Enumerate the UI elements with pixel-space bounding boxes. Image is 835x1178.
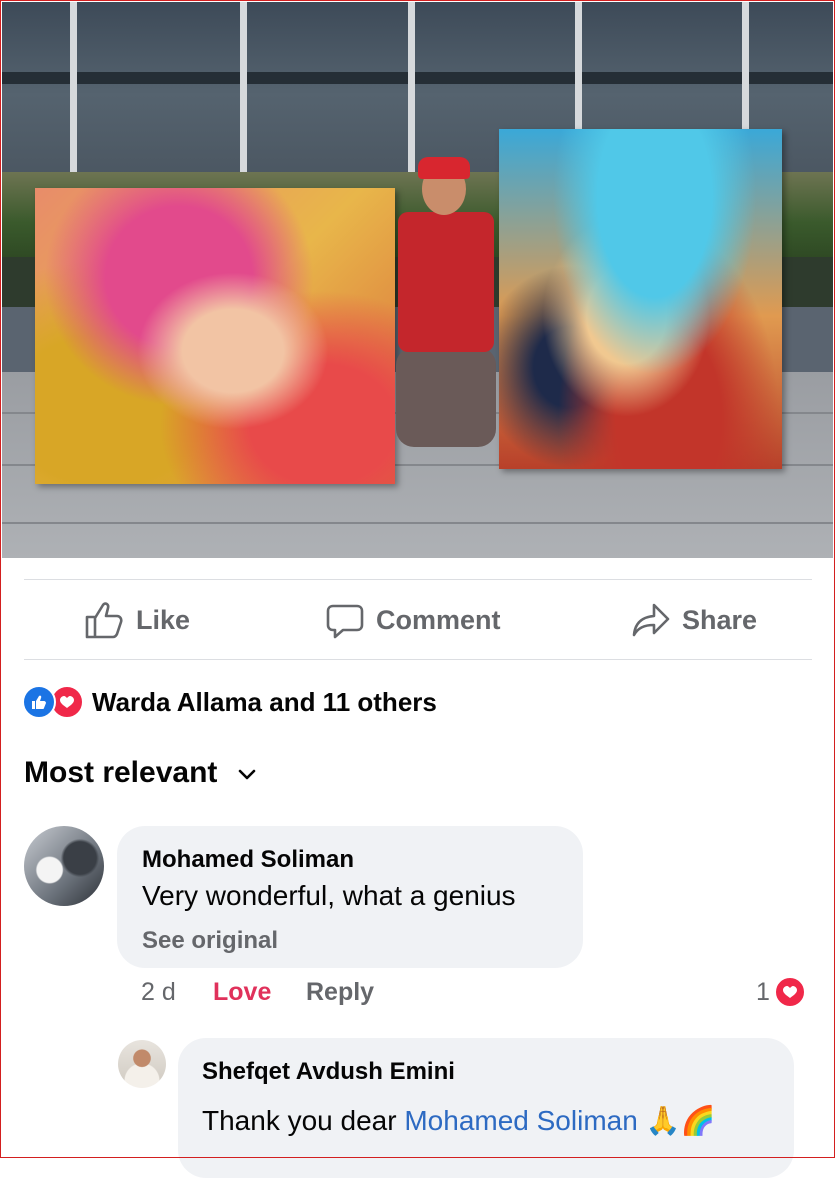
artist-bandana bbox=[418, 157, 470, 179]
artist-legs bbox=[396, 347, 496, 447]
mention-link[interactable]: Mohamed Soliman bbox=[404, 1105, 637, 1136]
like-button[interactable]: Like bbox=[84, 581, 190, 659]
reply-author[interactable]: Shefqet Avdush Emini bbox=[202, 1058, 455, 1086]
comment-button[interactable]: Comment bbox=[326, 581, 501, 659]
post-action-bar: Like Comment Share bbox=[0, 581, 835, 659]
divider-top bbox=[24, 579, 812, 580]
like-label: Like bbox=[136, 604, 191, 635]
avatar[interactable] bbox=[24, 826, 104, 906]
see-original-link[interactable]: See original bbox=[142, 927, 278, 955]
comment-text: Very wonderful, what a genius bbox=[142, 880, 516, 911]
speech-bubble-icon bbox=[326, 601, 364, 639]
post-photo[interactable] bbox=[2, 2, 833, 558]
chevron-down-icon bbox=[237, 756, 257, 790]
reply-bubble: Shefqet Avdush Emini Thank you dear Moha… bbox=[178, 1038, 794, 1178]
share-button[interactable]: Share bbox=[632, 581, 757, 659]
comment-author[interactable]: Mohamed Soliman bbox=[142, 846, 354, 874]
reply-emoji: 🙏🌈 bbox=[645, 1105, 716, 1136]
share-label: Share bbox=[682, 604, 758, 635]
reactions-summary-text: Warda Allama and 11 others bbox=[92, 686, 437, 717]
reaction-count-value: 1 bbox=[756, 977, 770, 1006]
reply-text: Thank you dear Mohamed Soliman 🙏🌈 bbox=[202, 1104, 715, 1137]
comment-sort-dropdown[interactable]: Most relevant bbox=[24, 756, 257, 790]
painting-abstract bbox=[499, 129, 782, 469]
reactions-summary[interactable]: Warda Allama and 11 others bbox=[22, 684, 437, 720]
comment-reaction-count[interactable]: 1 bbox=[756, 976, 806, 1008]
painting-portrait bbox=[35, 188, 395, 484]
love-reaction-icon bbox=[773, 976, 806, 1008]
share-arrow-icon bbox=[632, 602, 670, 638]
like-reaction-icon bbox=[22, 685, 56, 719]
reply-text-prefix: Thank you dear bbox=[202, 1105, 405, 1136]
photo-tile-line bbox=[2, 522, 833, 524]
sort-label: Most relevant bbox=[24, 756, 218, 789]
artist-figure bbox=[394, 157, 498, 457]
thumbs-up-icon bbox=[84, 601, 124, 639]
artist-torso bbox=[398, 212, 494, 352]
comment-bubble: Mohamed Soliman Very wonderful, what a g… bbox=[117, 826, 583, 968]
comment-timestamp: 2 d bbox=[141, 978, 176, 1006]
avatar[interactable] bbox=[118, 1040, 166, 1088]
comment-label: Comment bbox=[376, 604, 501, 635]
comment-reply-button[interactable]: Reply bbox=[306, 978, 374, 1007]
divider-bottom bbox=[24, 659, 812, 660]
photo-floor-band bbox=[2, 72, 833, 84]
comment-love-button[interactable]: Love bbox=[213, 978, 271, 1007]
